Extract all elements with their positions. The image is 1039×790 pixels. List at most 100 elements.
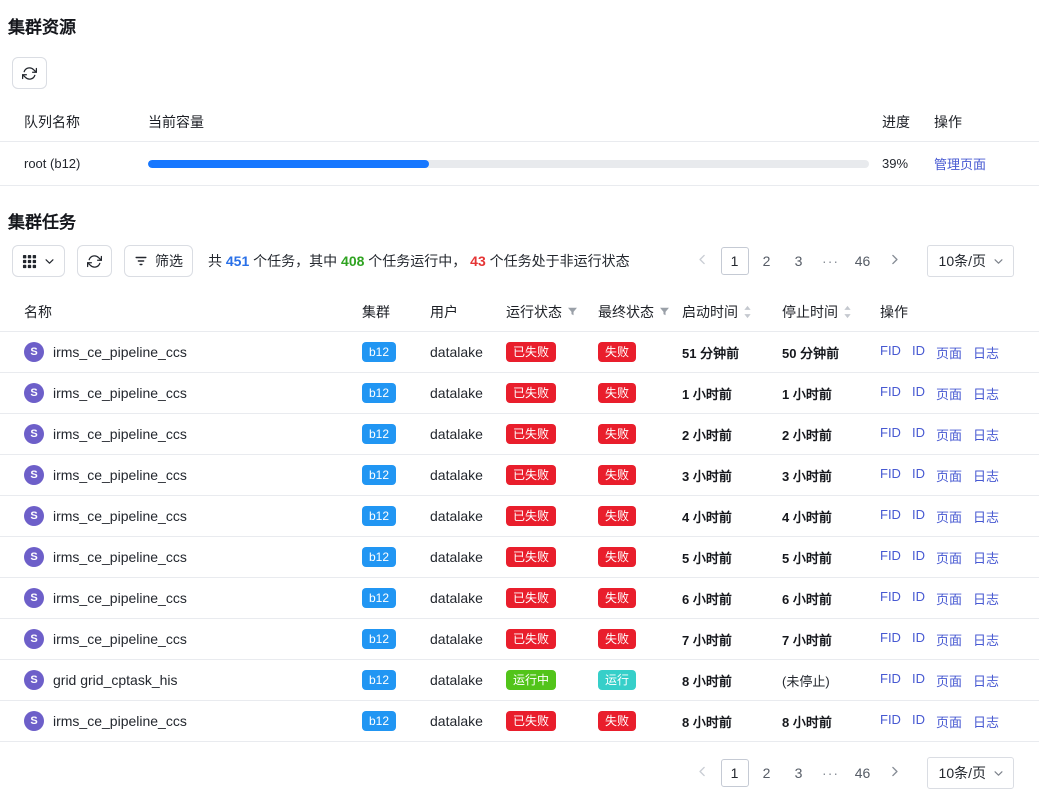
pagination-page-1[interactable]: 1	[721, 759, 749, 787]
manage-page-link[interactable]: 管理页面	[934, 157, 986, 172]
stop-time: 4 小时前	[782, 507, 880, 526]
action-link-日志[interactable]: 日志	[973, 671, 999, 690]
col-capacity: 当前容量	[148, 112, 882, 132]
pagination-prev[interactable]	[689, 247, 717, 275]
avatar: S	[24, 383, 44, 403]
action-link-id[interactable]: ID	[912, 548, 925, 567]
filter-funnel-icon[interactable]	[659, 306, 670, 317]
tasks-summary: 共 451 个任务，其中 408 个任务运行中， 43 个任务处于非运行状态	[208, 251, 630, 271]
tasks-toolbar: 筛选 共 451 个任务，其中 408 个任务运行中， 43 个任务处于非运行状…	[12, 245, 1014, 277]
action-link-页面[interactable]: 页面	[936, 671, 962, 690]
pagination-page-46[interactable]: 46	[849, 759, 877, 787]
final-status-badge: 失败	[598, 588, 636, 608]
resources-refresh-button[interactable]	[12, 57, 47, 89]
action-link-页面[interactable]: 页面	[936, 589, 962, 608]
resources-table-header: 队列名称 当前容量 进度 操作	[0, 102, 1039, 142]
tasks-table-header: 名称 集群 用户 运行状态 最终状态 启动时间 停止时间 操作	[0, 292, 1039, 332]
action-link-页面[interactable]: 页面	[936, 630, 962, 649]
action-link-id[interactable]: ID	[912, 671, 925, 690]
action-link-id[interactable]: ID	[912, 343, 925, 362]
progress-fill	[148, 160, 429, 168]
stop-time: 3 小时前	[782, 466, 880, 485]
table-row: S irms_ce_pipeline_ccs b12 datalake 已失败 …	[0, 578, 1039, 619]
pagination-next[interactable]	[881, 247, 909, 275]
summary-suffix: 个任务处于非运行状态	[486, 253, 630, 269]
action-link-页面[interactable]: 页面	[936, 466, 962, 485]
action-link-fid[interactable]: FID	[880, 589, 901, 608]
start-time: 3 小时前	[682, 466, 782, 485]
bottom-pager: 123···46 10条/页	[0, 757, 1014, 789]
action-link-id[interactable]: ID	[912, 589, 925, 608]
page-size-select[interactable]: 10条/页	[927, 757, 1014, 789]
avatar: S	[24, 465, 44, 485]
pagination-page-46[interactable]: 46	[849, 247, 877, 275]
action-link-日志[interactable]: 日志	[973, 425, 999, 444]
action-link-fid[interactable]: FID	[880, 466, 901, 485]
pagination-page-2[interactable]: 2	[753, 247, 781, 275]
table-row: S grid grid_cptask_his b12 datalake 运行中 …	[0, 660, 1039, 701]
action-link-id[interactable]: ID	[912, 630, 925, 649]
stop-time: 7 小时前	[782, 630, 880, 649]
resources-section-title: 集群资源	[8, 13, 1039, 38]
action-link-id[interactable]: ID	[912, 712, 925, 731]
action-link-日志[interactable]: 日志	[973, 630, 999, 649]
action-link-日志[interactable]: 日志	[973, 343, 999, 362]
page-size-select[interactable]: 10条/页	[927, 245, 1014, 277]
action-link-日志[interactable]: 日志	[973, 548, 999, 567]
summary-mid1: 个任务，其中	[249, 253, 341, 269]
action-link-页面[interactable]: 页面	[936, 712, 962, 731]
action-link-id[interactable]: ID	[912, 384, 925, 403]
action-link-页面[interactable]: 页面	[936, 343, 962, 362]
pagination-page-3[interactable]: 3	[785, 247, 813, 275]
action-link-fid[interactable]: FID	[880, 671, 901, 690]
task-name-cell: S irms_ce_pipeline_ccs	[24, 424, 362, 444]
action-link-页面[interactable]: 页面	[936, 548, 962, 567]
action-link-日志[interactable]: 日志	[973, 384, 999, 403]
action-link-日志[interactable]: 日志	[973, 507, 999, 526]
action-link-页面[interactable]: 页面	[936, 384, 962, 403]
action-link-日志[interactable]: 日志	[973, 466, 999, 485]
action-link-日志[interactable]: 日志	[973, 589, 999, 608]
action-link-日志[interactable]: 日志	[973, 712, 999, 731]
action-link-fid[interactable]: FID	[880, 548, 901, 567]
pagination-page-2[interactable]: 2	[753, 759, 781, 787]
row-actions: FID ID 页面日志	[880, 589, 1030, 608]
task-user: datalake	[430, 385, 506, 401]
tasks-refresh-button[interactable]	[77, 245, 112, 277]
action-link-fid[interactable]: FID	[880, 384, 901, 403]
action-link-id[interactable]: ID	[912, 507, 925, 526]
row-actions: FID ID 页面日志	[880, 384, 1030, 403]
column-settings-button[interactable]	[12, 245, 65, 277]
filter-button[interactable]: 筛选	[124, 245, 193, 277]
action-link-fid[interactable]: FID	[880, 630, 901, 649]
task-user: datalake	[430, 549, 506, 565]
filter-funnel-icon[interactable]	[567, 306, 578, 317]
pagination-ellipsis[interactable]: ···	[817, 759, 845, 787]
row-actions: FID ID 页面日志	[880, 548, 1030, 567]
tasks-table-body: S irms_ce_pipeline_ccs b12 datalake 已失败 …	[0, 332, 1039, 742]
sorter-icon[interactable]	[743, 305, 752, 319]
pagination-page-3[interactable]: 3	[785, 759, 813, 787]
action-link-id[interactable]: ID	[912, 425, 925, 444]
run-status-badge: 已失败	[506, 342, 556, 362]
table-row: S irms_ce_pipeline_ccs b12 datalake 已失败 …	[0, 414, 1039, 455]
action-link-fid[interactable]: FID	[880, 343, 901, 362]
task-name: grid grid_cptask_his	[53, 672, 178, 688]
run-status-badge: 已失败	[506, 629, 556, 649]
action-link-页面[interactable]: 页面	[936, 507, 962, 526]
pagination-ellipsis[interactable]: ···	[817, 247, 845, 275]
action-link-fid[interactable]: FID	[880, 507, 901, 526]
action-link-页面[interactable]: 页面	[936, 425, 962, 444]
pagination-page-1[interactable]: 1	[721, 247, 749, 275]
action-link-fid[interactable]: FID	[880, 712, 901, 731]
chevron-left-icon	[696, 253, 709, 269]
action-link-id[interactable]: ID	[912, 466, 925, 485]
pagination-next[interactable]	[881, 759, 909, 787]
action-link-fid[interactable]: FID	[880, 425, 901, 444]
header-label: 启动时间	[682, 302, 738, 322]
table-row: S irms_ce_pipeline_ccs b12 datalake 已失败 …	[0, 701, 1039, 742]
cluster-badge: b12	[362, 711, 396, 731]
pagination-prev[interactable]	[689, 759, 717, 787]
sorter-icon[interactable]	[843, 305, 852, 319]
task-user: datalake	[430, 672, 506, 688]
